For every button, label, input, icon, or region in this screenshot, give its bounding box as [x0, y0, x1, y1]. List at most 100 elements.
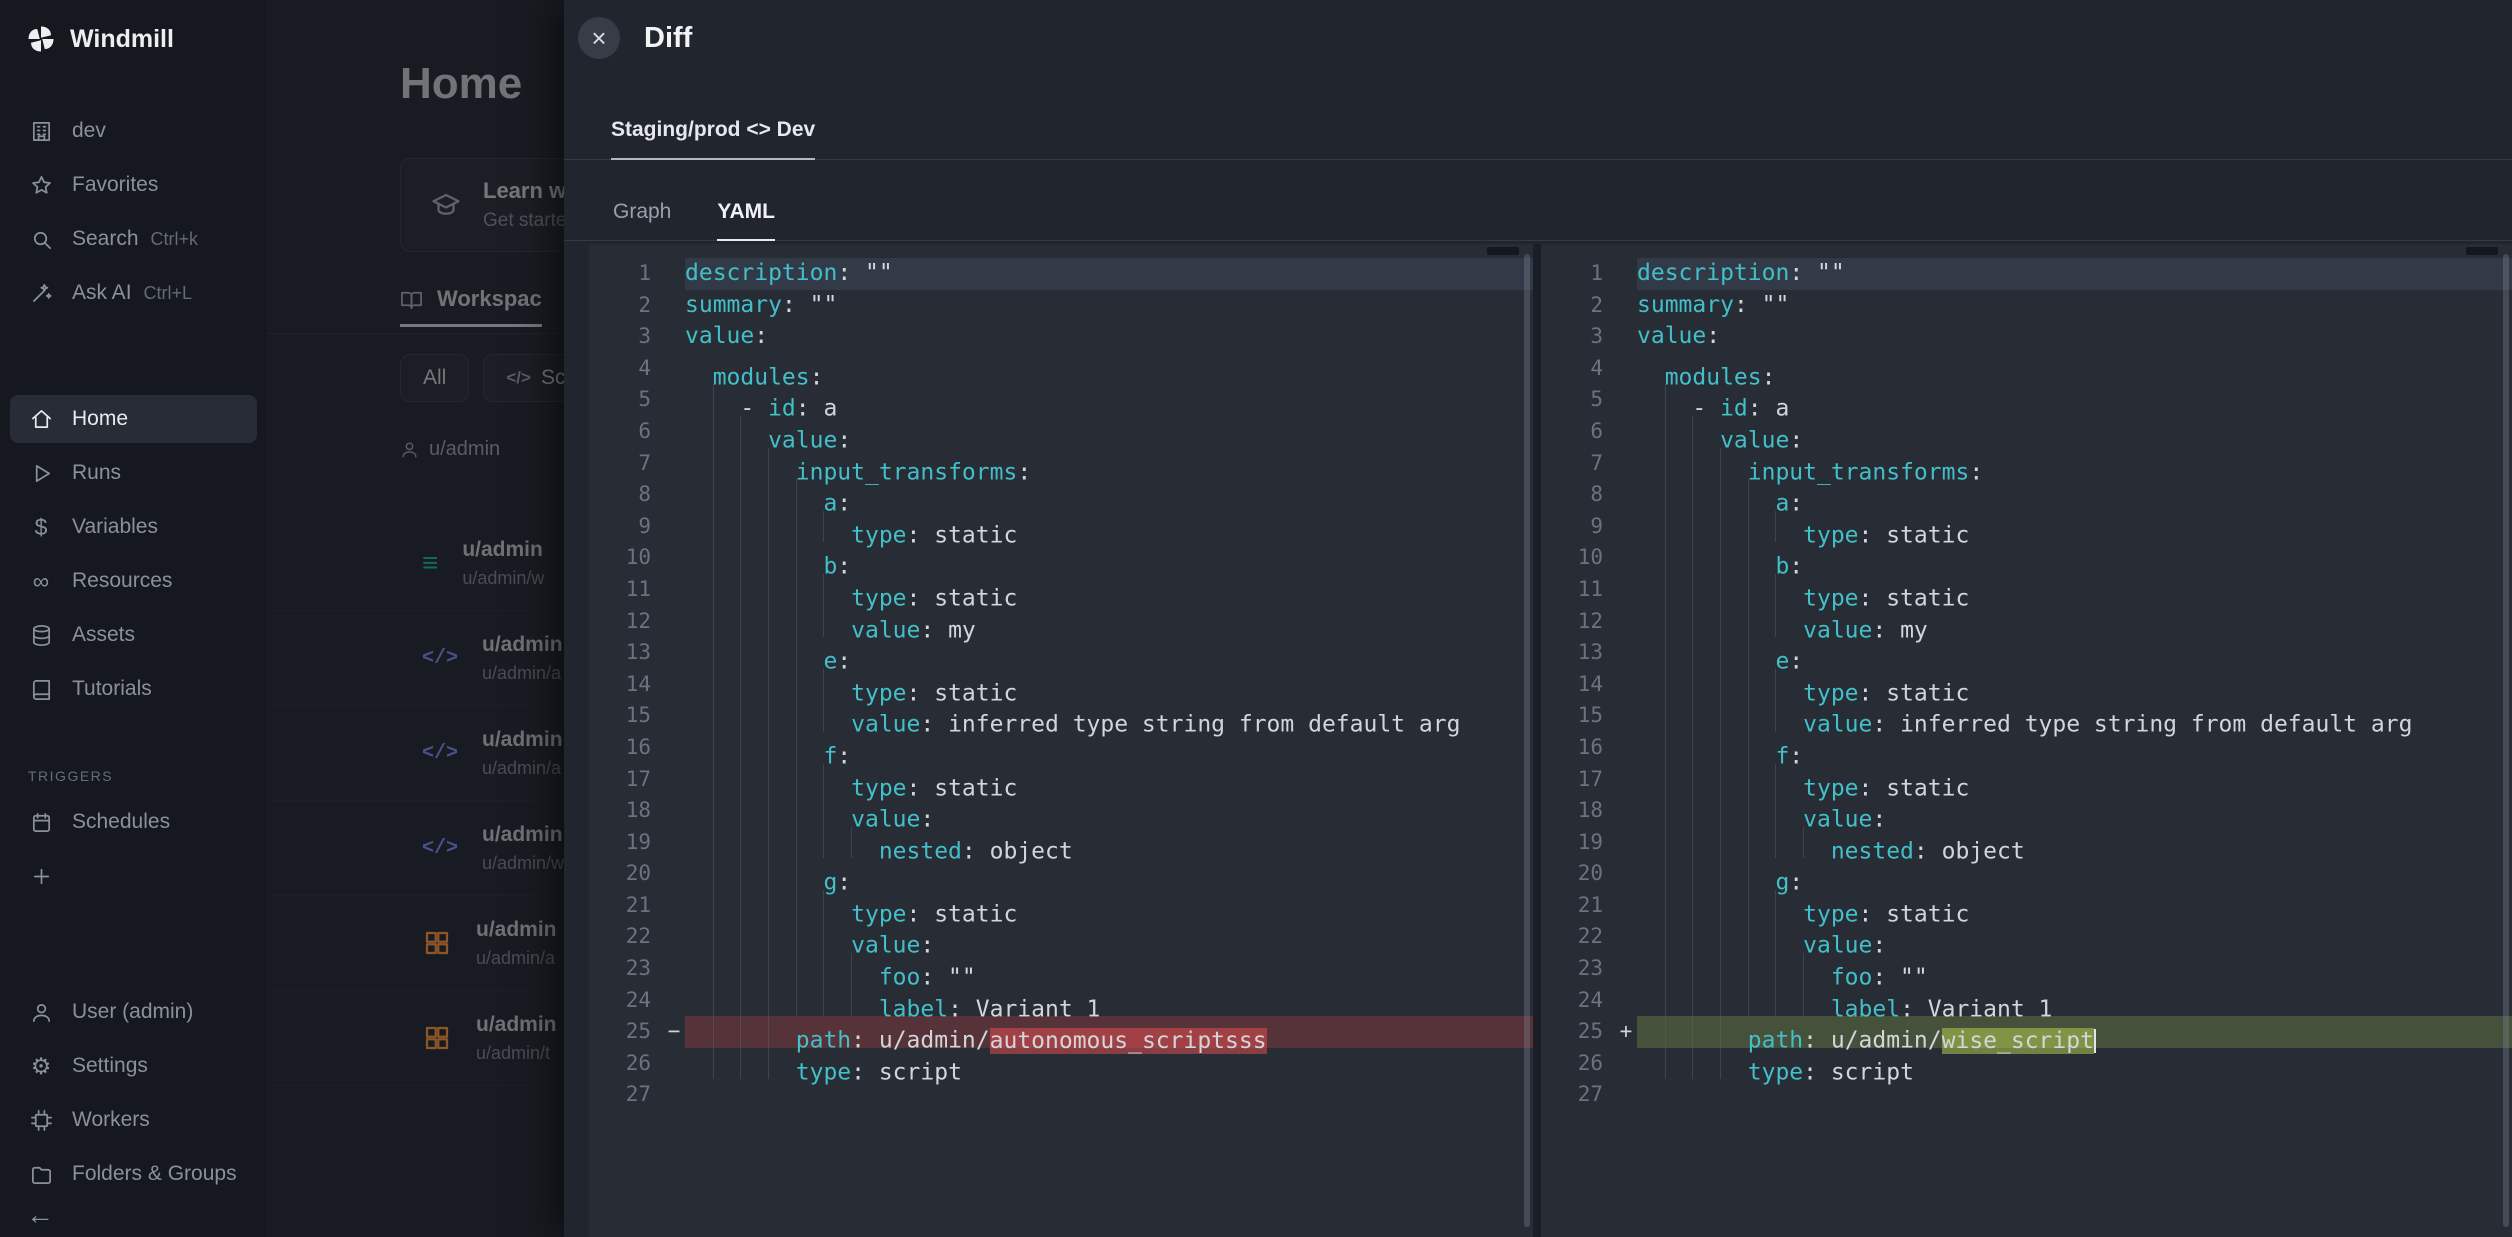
code-text[interactable]: value: inferred type string from default…: [1637, 700, 2512, 732]
code-text[interactable]: g:: [1637, 858, 2512, 890]
code-text[interactable]: f:: [685, 732, 1533, 764]
code-text[interactable]: f:: [1637, 732, 2512, 764]
sidebar-item-resources[interactable]: ∞Resources: [10, 557, 257, 605]
sidebar-item-settings[interactable]: ⚙Settings: [10, 1042, 257, 1090]
close-button[interactable]: ×: [578, 17, 620, 59]
brand[interactable]: Windmill: [0, 0, 267, 54]
code-text[interactable]: description: "": [685, 258, 1533, 290]
collapse-sidebar-icon[interactable]: ←: [26, 1199, 54, 1231]
sidebar-item-variables[interactable]: $Variables: [10, 503, 257, 551]
diff-marker: [663, 890, 685, 922]
code-text[interactable]: value:: [1637, 416, 2512, 448]
code-text[interactable]: modules:: [1637, 353, 2512, 385]
diff-marker: [663, 669, 685, 701]
code-text[interactable]: a:: [1637, 479, 2512, 511]
code-text[interactable]: input_transforms:: [1637, 448, 2512, 480]
code-text[interactable]: path: u/admin/autonomous_scriptsss: [685, 1016, 1533, 1048]
diff-line-left-23: 23foo: "": [589, 953, 1533, 985]
pane-resize-sash[interactable]: [1533, 244, 1541, 1237]
diff-line-left-26: 26type: script: [589, 1048, 1533, 1080]
code-text[interactable]: b:: [685, 542, 1533, 574]
code-text[interactable]: type: static: [1637, 511, 2512, 543]
code-text[interactable]: foo: "": [1637, 953, 2512, 985]
code-text[interactable]: [685, 1079, 1533, 1111]
diff-line-right-11: 11type: static: [1541, 574, 2512, 606]
code-text[interactable]: label: Variant 1: [1637, 985, 2512, 1017]
sidebar-item-tutorials[interactable]: Tutorials: [10, 665, 257, 713]
fold-widget[interactable]: [1487, 247, 1519, 255]
code-text[interactable]: e:: [685, 637, 1533, 669]
code-text[interactable]: type: static: [685, 890, 1533, 922]
code-text[interactable]: foo: "": [685, 953, 1533, 985]
code-text[interactable]: nested: object: [685, 827, 1533, 859]
line-number: 5: [1541, 384, 1615, 416]
code-text[interactable]: value:: [685, 795, 1533, 827]
code-text[interactable]: summary: "": [685, 290, 1533, 322]
sidebar-item-runs[interactable]: Runs: [10, 449, 257, 497]
code-text[interactable]: value: my: [1637, 606, 2512, 638]
tab-yaml[interactable]: YAML: [717, 200, 775, 241]
diff-section-tabs: Staging/prod <> Dev: [564, 76, 2512, 160]
code-text[interactable]: value: my: [685, 606, 1533, 638]
code-text[interactable]: type: static: [685, 574, 1533, 606]
code-text[interactable]: value:: [1637, 921, 2512, 953]
code-text[interactable]: type: static: [1637, 764, 2512, 796]
code-text[interactable]: nested: object: [1637, 827, 2512, 859]
sidebar-item-dev[interactable]: dev: [10, 107, 257, 155]
code-text[interactable]: type: static: [685, 764, 1533, 796]
code-text[interactable]: description: "": [1637, 258, 2512, 290]
diff-marker: [1615, 1048, 1637, 1080]
code-text[interactable]: a:: [685, 479, 1533, 511]
code-text[interactable]: path: u/admin/wise_script: [1637, 1016, 2512, 1048]
code-text[interactable]: input_transforms:: [685, 448, 1533, 480]
sidebar-item-workers[interactable]: Workers: [10, 1096, 257, 1144]
code-text[interactable]: type: static: [1637, 890, 2512, 922]
sidebar-item-search[interactable]: SearchCtrl+k: [10, 215, 257, 263]
diff-marker: [1615, 921, 1637, 953]
code-text[interactable]: summary: "": [1637, 290, 2512, 322]
diff-pane-original[interactable]: 1description: ""2summary: ""3value:4modu…: [589, 244, 1533, 1237]
code-text[interactable]: type: script: [1637, 1048, 2512, 1080]
code-text[interactable]: type: static: [1637, 669, 2512, 701]
tab-graph[interactable]: Graph: [613, 200, 671, 241]
code-text[interactable]: - id: a: [1637, 384, 2512, 416]
sidebar-item-label: Search: [72, 227, 139, 251]
tab-staging-prod-dev[interactable]: Staging/prod <> Dev: [611, 118, 815, 160]
home-icon: [26, 408, 56, 431]
sidebar-item-folders-groups[interactable]: Folders & Groups: [10, 1150, 257, 1198]
diff-pane-modified[interactable]: 1description: ""2summary: ""3value:4modu…: [1541, 244, 2512, 1237]
code-text[interactable]: value:: [685, 321, 1533, 353]
sidebar-item-favorites[interactable]: Favorites: [10, 161, 257, 209]
line-number: 9: [589, 511, 663, 543]
code-text[interactable]: modules:: [685, 353, 1533, 385]
code-text[interactable]: value:: [1637, 321, 2512, 353]
diff-line-right-7: 7input_transforms:: [1541, 448, 2512, 480]
code-text[interactable]: b:: [1637, 542, 2512, 574]
code-text[interactable]: value: inferred type string from default…: [685, 700, 1533, 732]
sidebar-item-assets[interactable]: Assets: [10, 611, 257, 659]
sidebar-item-user-admin[interactable]: User (admin): [10, 988, 257, 1036]
code-text[interactable]: type: script: [685, 1048, 1533, 1080]
sidebar-item-plus-icon[interactable]: [10, 852, 257, 900]
code-text[interactable]: value:: [685, 416, 1533, 448]
code-text[interactable]: type: static: [1637, 574, 2512, 606]
code-text[interactable]: value:: [1637, 795, 2512, 827]
line-number: 22: [589, 921, 663, 953]
sidebar-item-schedules[interactable]: Schedules: [10, 798, 257, 846]
sidebar-item-label: Runs: [72, 461, 121, 485]
code-text[interactable]: [1637, 1079, 2512, 1111]
code-text[interactable]: type: static: [685, 511, 1533, 543]
sidebar-item-ask-ai[interactable]: Ask AICtrl+L: [10, 269, 257, 317]
diff-line-right-20: 20g:: [1541, 858, 2512, 890]
scrollbar[interactable]: [1524, 254, 1530, 1227]
code-text[interactable]: - id: a: [685, 384, 1533, 416]
scrollbar[interactable]: [2503, 254, 2509, 1227]
code-text[interactable]: value:: [685, 921, 1533, 953]
code-text[interactable]: g:: [685, 858, 1533, 890]
code-text[interactable]: type: static: [685, 669, 1533, 701]
code-text[interactable]: e:: [1637, 637, 2512, 669]
sidebar-item-home[interactable]: Home: [10, 395, 257, 443]
sidebar-item-label: Schedules: [72, 810, 170, 834]
code-text[interactable]: label: Variant 1: [685, 985, 1533, 1017]
fold-widget[interactable]: [2466, 247, 2498, 255]
